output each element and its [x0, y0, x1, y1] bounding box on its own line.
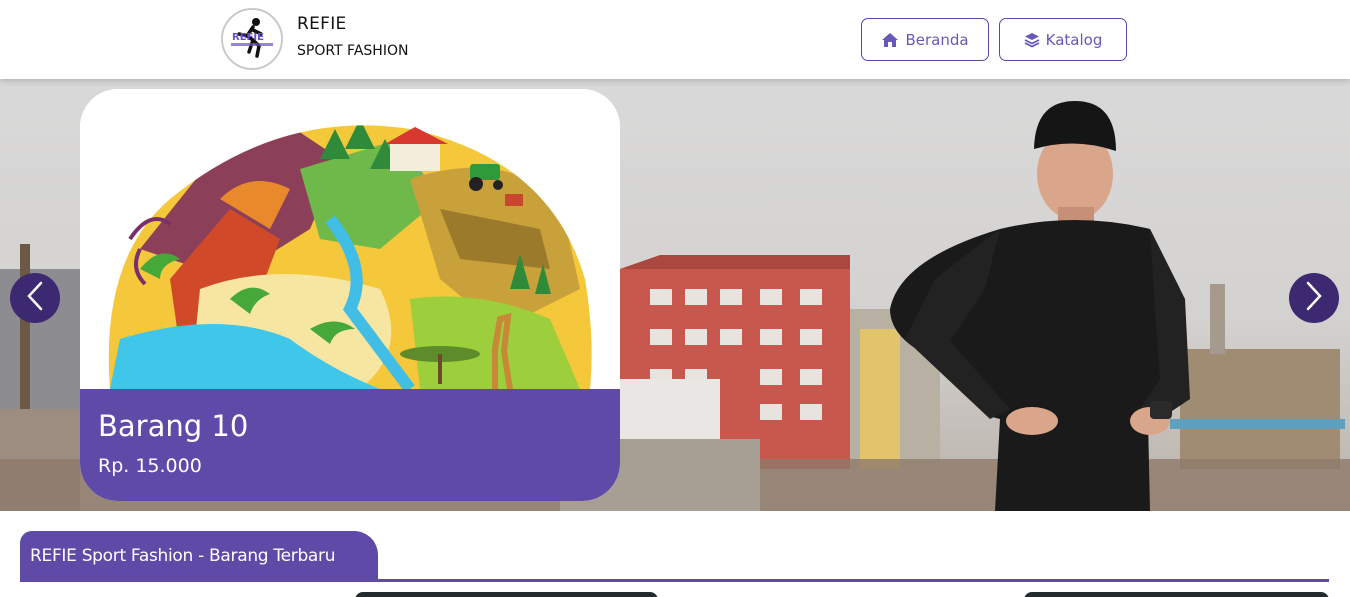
home-nav-button[interactable]: Beranda [861, 18, 989, 61]
brand-name: REFIE [297, 14, 347, 34]
layers-icon [1024, 32, 1040, 48]
runner-logo-icon: REFIE [223, 10, 281, 68]
product-info-panel: Barang 10 Rp. 15.000 [80, 389, 620, 501]
catalog-nav-label: Katalog [1045, 30, 1103, 49]
product-card-preview[interactable] [1024, 592, 1329, 597]
product-image [80, 89, 620, 389]
featured-product-card[interactable]: Barang 10 Rp. 15.000 [80, 89, 620, 501]
home-icon [881, 32, 899, 48]
home-nav-label: Beranda [905, 30, 969, 49]
section-divider [20, 579, 1329, 582]
carousel-next-button[interactable] [1289, 273, 1339, 323]
logo-text: REFIE [232, 32, 264, 43]
carousel-prev-button[interactable] [10, 273, 60, 323]
chevron-left-icon [26, 281, 44, 315]
brand-tagline: SPORT FASHION [297, 43, 409, 59]
section-title: REFIE Sport Fashion - Barang Terbaru [20, 531, 378, 581]
product-card-preview[interactable] [355, 592, 658, 597]
product-price: Rp. 15.000 [98, 455, 202, 477]
product-name: Barang 10 [98, 409, 249, 443]
chevron-right-icon [1305, 281, 1323, 315]
hero-carousel: Barang 10 Rp. 15.000 [0, 79, 1350, 511]
site-header: REFIE REFIE SPORT FASHION Beranda Katalo… [0, 0, 1350, 79]
catalog-nav-button[interactable]: Katalog [999, 18, 1127, 61]
brand-logo[interactable]: REFIE [221, 8, 283, 70]
